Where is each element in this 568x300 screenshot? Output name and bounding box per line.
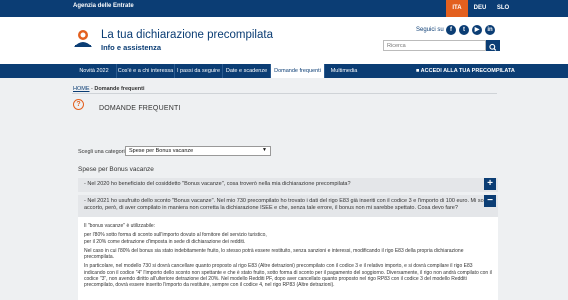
- search-input[interactable]: [383, 40, 486, 51]
- category-select-value: Spese per Bonus vacanze: [129, 148, 194, 154]
- nav-item-domande[interactable]: Domande frequenti: [271, 64, 325, 78]
- faq-question-1[interactable]: - Nel 2020 ho beneficiato del cosiddetto…: [78, 178, 498, 192]
- lang-ita-button[interactable]: ITA: [446, 0, 468, 17]
- nav-item-date[interactable]: Date e scadenze: [223, 64, 271, 78]
- search-icon: [489, 43, 497, 51]
- lang-deu-button[interactable]: DEU: [469, 0, 491, 17]
- follow-label: Seguici su: [416, 27, 444, 33]
- category-label: Scegli una categoria:: [78, 149, 130, 155]
- facebook-icon[interactable]: f: [446, 25, 456, 35]
- answer-paragraph: Il "bonus vacanze" è utilizzabile:: [84, 223, 156, 229]
- agency-link[interactable]: Agenzia delle Entrate: [73, 3, 134, 9]
- breadcrumb-current: Domande frequenti: [94, 86, 145, 92]
- access-precompilata-button[interactable]: ■ ACCEDI ALLA TUA PRECOMPILATA: [416, 64, 515, 78]
- chevron-down-icon: ▼: [262, 147, 267, 153]
- site-subtitle: Info e assistenza: [101, 43, 162, 52]
- breadcrumb-home-link[interactable]: HOME: [73, 86, 90, 92]
- section-title: Spese per Bonus vacanze: [78, 166, 154, 173]
- category-select[interactable]: Spese per Bonus vacanze ▼: [125, 146, 271, 156]
- main-nav: Novità 2022 Cos'è e a chi interessa I pa…: [0, 64, 568, 78]
- search-button[interactable]: [486, 40, 500, 51]
- site-header: La tua dichiarazione precompilata Info e…: [0, 17, 568, 64]
- lang-slo-button[interactable]: SLO: [492, 0, 514, 17]
- page: Agenzia delle Entrate ITA DEU SLO La tua…: [0, 0, 568, 300]
- faq-answer: Il "bonus vacanze" è utilizzabile: per l…: [78, 217, 498, 300]
- linkedin-icon[interactable]: in: [485, 25, 495, 35]
- site-title[interactable]: La tua dichiarazione precompilata: [101, 29, 273, 41]
- page-title: DOMANDE FREQUENTI: [99, 105, 181, 112]
- breadcrumb-divider: [72, 93, 497, 94]
- agenzia-logo-icon[interactable]: [72, 27, 94, 49]
- breadcrumb: HOME - Domande frequenti: [73, 86, 145, 92]
- youtube-icon[interactable]: ▶: [472, 25, 482, 35]
- access-label: ACCEDI ALLA TUA PRECOMPILATA: [420, 68, 515, 74]
- nav-item-cos-e[interactable]: Cos'è e a chi interessa: [117, 64, 175, 78]
- answer-paragraph: In particolare, nel modello 730 si dovrà…: [84, 263, 492, 289]
- twitter-icon[interactable]: t: [459, 25, 469, 35]
- faq-question-2[interactable]: - Nel 2021 ho usufruito dello sconto "Bo…: [78, 195, 498, 217]
- question-icon: ?: [73, 99, 84, 110]
- top-bar: Agenzia delle Entrate ITA DEU SLO: [0, 0, 568, 17]
- expand-plus-icon[interactable]: +: [484, 178, 496, 190]
- answer-paragraph: per il 20% come detrazione d'imposta in …: [84, 238, 246, 245]
- answer-paragraph: Nel caso in cui l'80% del bonus sia stat…: [84, 247, 464, 261]
- collapse-minus-icon[interactable]: −: [484, 195, 496, 207]
- nav-item-multimedia[interactable]: Multimedia: [325, 64, 363, 78]
- nav-item-passi[interactable]: I passi da seguire: [175, 64, 223, 78]
- nav-item-novita[interactable]: Novità 2022: [72, 64, 117, 78]
